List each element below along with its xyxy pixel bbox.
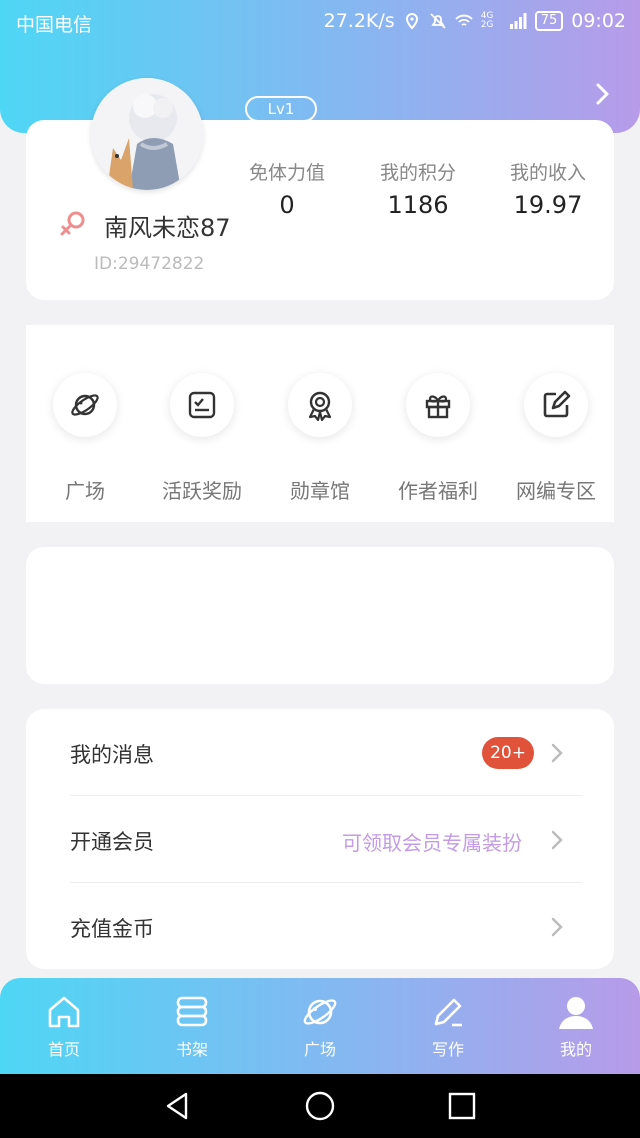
unread-badge: 20+ <box>482 737 534 769</box>
menu-row-vip[interactable]: 开通会员 可领取会员专属装扮 <box>26 796 614 883</box>
feature-label: 广场 <box>65 479 105 503</box>
tab-mine[interactable]: 我的 <box>531 992 621 1060</box>
tab-label: 首页 <box>47 1040 80 1059</box>
checklist-icon <box>188 391 216 419</box>
feature-icon-circle <box>170 373 234 437</box>
feature-editor-zone[interactable]: 网编专区 <box>497 373 615 504</box>
feature-label: 活跃奖励 <box>162 479 242 503</box>
planet-icon <box>303 999 337 1025</box>
menu-row-recharge[interactable]: 充值金币 <box>26 883 614 970</box>
signal-icon <box>509 13 527 29</box>
feature-grid: 广场 活跃奖励 勋章馆 作者福利 网编专区 <box>26 325 614 522</box>
stat-label: 我的积分 <box>379 162 456 184</box>
avatar[interactable] <box>91 78 203 190</box>
home-icon <box>48 996 80 1028</box>
tab-bookshelf[interactable]: 书架 <box>147 992 237 1060</box>
banner-card[interactable] <box>26 547 614 684</box>
tab-label: 广场 <box>303 1040 336 1059</box>
level-badge: Lv1 <box>245 96 317 122</box>
vip-hint: 可领取会员专属装扮 <box>342 831 522 855</box>
tab-label: 书架 <box>175 1040 208 1059</box>
feature-activity-reward[interactable]: 活跃奖励 <box>143 373 261 504</box>
user-id: ID:29472822 <box>94 254 205 274</box>
tab-label: 我的 <box>559 1040 592 1059</box>
bottom-tab-bar: 首页 书架 广场 写作 我的 <box>0 978 640 1074</box>
carrier-label: 中国电信 <box>16 14 93 36</box>
stat-label: 我的收入 <box>509 162 586 184</box>
tab-square[interactable]: 广场 <box>275 992 365 1060</box>
feature-medal-hall[interactable]: 勋章馆 <box>261 373 379 504</box>
user-icon <box>559 997 593 1029</box>
status-bar: 中国电信 27.2K/s 4G 2G 75 09:02 <box>0 0 640 44</box>
pencil-icon <box>434 998 462 1027</box>
feature-author-welfare[interactable]: 作者福利 <box>379 373 497 504</box>
stat-label: 免体力值 <box>248 162 325 184</box>
feature-icon-circle <box>288 373 352 437</box>
feature-square[interactable]: 广场 <box>26 373 144 504</box>
stat-value: 0 <box>279 191 295 219</box>
avatar-illustration <box>91 78 203 190</box>
stat-points[interactable]: 我的积分 1186 <box>358 158 478 219</box>
system-nav-bar <box>0 1074 640 1138</box>
bookshelf-icon <box>176 996 208 1027</box>
username: 南风未恋87 <box>104 214 231 242</box>
stat-value: 1186 <box>387 191 449 219</box>
feature-icon-circle <box>406 373 470 437</box>
menu-row-title: 充值金币 <box>70 917 154 941</box>
tab-label: 写作 <box>431 1040 464 1059</box>
menu-row-title: 开通会员 <box>70 830 154 854</box>
feature-icon-circle <box>53 373 117 437</box>
stat-income[interactable]: 我的收入 19.97 <box>488 158 608 219</box>
profile-chevron-right-icon[interactable] <box>590 82 614 106</box>
settings-menu: 我的消息 20+ 开通会员 可领取会员专属装扮 充值金币 <box>26 709 614 969</box>
recents-icon[interactable] <box>446 1090 478 1122</box>
network-type: 4G 2G <box>480 11 494 30</box>
menu-row-title: 我的消息 <box>70 743 154 767</box>
stat-value: 19.97 <box>513 191 583 219</box>
home-circle-icon[interactable] <box>304 1090 336 1122</box>
planet-icon <box>71 394 99 416</box>
feature-label: 网编专区 <box>516 479 596 503</box>
gift-icon <box>425 395 451 419</box>
network-speed: 27.2K/s <box>323 10 395 32</box>
female-icon <box>60 211 85 236</box>
feature-icon-circle <box>524 373 588 437</box>
medal-icon <box>308 391 332 421</box>
battery-indicator: 75 <box>534 11 564 31</box>
chevron-right-icon <box>551 917 563 937</box>
mute-icon <box>430 13 446 29</box>
feature-label: 作者福利 <box>398 479 478 503</box>
wifi-icon <box>455 14 473 26</box>
edit-icon <box>543 390 571 418</box>
menu-row-messages[interactable]: 我的消息 20+ <box>26 709 614 796</box>
chevron-right-icon <box>551 830 563 850</box>
back-icon[interactable] <box>162 1090 194 1122</box>
chevron-right-icon <box>551 743 563 763</box>
tab-write[interactable]: 写作 <box>403 992 493 1060</box>
clock: 09:02 <box>571 10 626 32</box>
location-icon <box>405 12 418 30</box>
stat-stamina[interactable]: 免体力值 0 <box>227 158 347 219</box>
feature-label: 勋章馆 <box>290 479 350 503</box>
tab-home[interactable]: 首页 <box>19 992 109 1060</box>
